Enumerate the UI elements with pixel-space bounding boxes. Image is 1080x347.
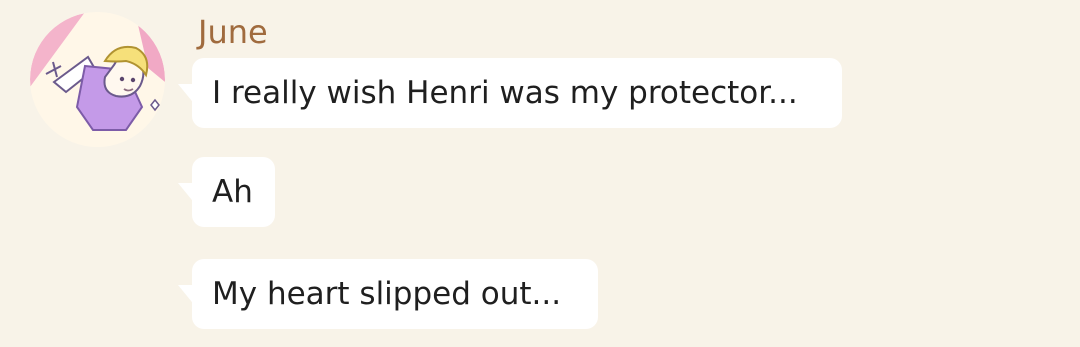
chat-screen: June I really wish Henri was my protecto…	[0, 0, 1080, 347]
message-text: Ah	[212, 174, 253, 210]
sender-avatar[interactable]	[30, 12, 165, 147]
chat-message-bubble[interactable]: I really wish Henri was my protector...	[178, 58, 842, 128]
character-avatar-icon	[30, 12, 165, 147]
message-text: I really wish Henri was my protector...	[212, 75, 798, 111]
chat-message-bubble[interactable]: My heart slipped out...	[178, 259, 598, 329]
bubble-tail	[178, 285, 196, 307]
chat-message-bubble[interactable]: Ah	[178, 157, 275, 227]
message-text: My heart slipped out...	[212, 276, 562, 312]
bubble-tail	[178, 183, 196, 205]
sender-name: June	[198, 13, 268, 51]
bubble-tail	[178, 84, 196, 106]
